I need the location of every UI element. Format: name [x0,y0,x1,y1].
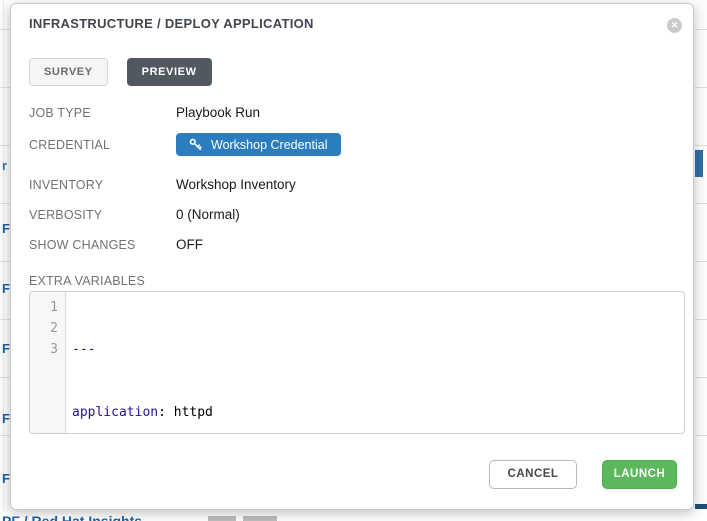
background-text-fragment [243,516,277,521]
background-navy-bar [695,504,707,509]
modal-tabs: SURVEY PREVIEW [29,58,212,86]
editor-code-area[interactable]: --- application: httpd [66,292,684,433]
modal-title: INFRASTRUCTURE / DEPLOY APPLICATION [29,16,314,31]
field-row-credential: CREDENTIAL Workshop Credential [29,133,674,156]
deploy-application-modal: INFRASTRUCTURE / DEPLOY APPLICATION ✕ SU… [10,3,694,510]
background-text-fragment [208,516,236,521]
yaml-doc-separator: --- [72,342,95,357]
verbosity-label: VERBOSITY [29,208,176,222]
credential-badge[interactable]: Workshop Credential [176,133,341,156]
credential-label: CREDENTIAL [29,138,176,152]
yaml-key: application [72,405,158,420]
extra-variables-label: EXTRA VARIABLES [29,274,145,288]
field-row-show-changes: SHOW CHANGES OFF [29,237,674,252]
yaml-value: httpd [166,405,213,420]
credential-badge-label: Workshop Credential [211,138,328,152]
close-icon[interactable]: ✕ [667,18,682,33]
job-type-label: JOB TYPE [29,106,176,120]
tab-preview[interactable]: PREVIEW [127,58,212,86]
show-changes-value: OFF [176,237,203,252]
yaml-colon: : [158,405,166,420]
tab-survey[interactable]: SURVEY [29,58,108,86]
job-details: JOB TYPE Playbook Run CREDENTIAL Worksho… [29,105,674,252]
line-number: 1 [30,297,65,318]
cancel-button[interactable]: CANCEL [489,460,577,489]
launch-button[interactable]: LAUNCH [602,460,677,489]
job-type-value: Playbook Run [176,105,260,120]
inventory-value: Workshop Inventory [176,177,296,192]
background-blue-button-edge [695,150,703,177]
screen: r F F F F F PF / Red Hat Insights INFRAS… [0,0,707,521]
show-changes-label: SHOW CHANGES [29,238,176,252]
verbosity-value: 0 (Normal) [176,207,240,222]
field-row-job-type: JOB TYPE Playbook Run [29,105,674,120]
extra-variables-editor: 1 2 3 --- application: httpd [29,291,685,434]
line-number: 2 [30,318,65,339]
background-page-right-edge [695,0,707,521]
field-row-verbosity: VERBOSITY 0 (Normal) [29,207,674,222]
background-page-bottom-edge: PF / Red Hat Insights [0,511,707,521]
key-icon [189,138,202,151]
field-row-inventory: INVENTORY Workshop Inventory [29,177,674,192]
line-number: 3 [30,339,65,360]
background-page-left-edge: r F F F F F [0,0,10,521]
code-line-2: application: httpd [72,402,684,423]
editor-line-number-gutter: 1 2 3 [30,292,66,433]
background-link-fragment: PF / Red Hat Insights [2,513,142,521]
inventory-label: INVENTORY [29,178,176,192]
code-line-1: --- [72,339,684,360]
